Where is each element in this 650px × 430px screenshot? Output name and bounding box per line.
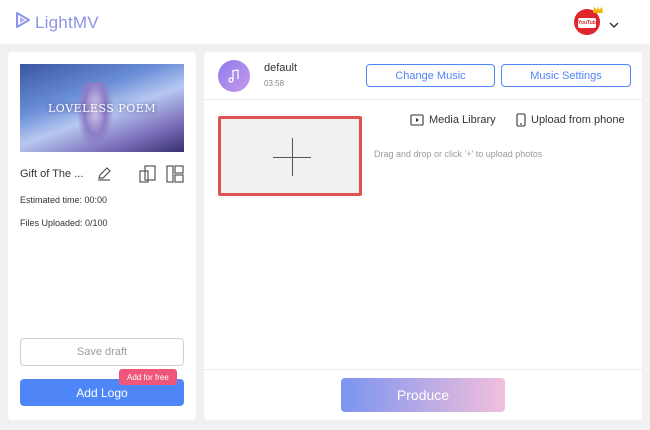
brand-logo[interactable]: LightMV: [14, 11, 99, 34]
edit-icon[interactable]: [96, 166, 112, 187]
change-music-button[interactable]: Change Music: [366, 64, 495, 87]
upload-hint: Drag and drop or click '+' to upload pho…: [374, 149, 543, 159]
estimated-time: Estimated time: 00:00: [20, 195, 108, 205]
crown-icon: [592, 2, 604, 20]
editor-panel: default 03:58 Change Music Music Setting…: [204, 52, 642, 420]
thumbnail-figure: [78, 82, 112, 150]
brand-name: LightMV: [35, 12, 99, 32]
chevron-down-icon[interactable]: [609, 16, 619, 34]
divider: [204, 99, 642, 100]
media-library-icon: [410, 114, 424, 126]
add-photo-tile[interactable]: [218, 116, 362, 196]
footer-divider: [204, 369, 642, 370]
plus-icon-vertical: [292, 138, 293, 176]
music-settings-button[interactable]: Music Settings: [501, 64, 631, 87]
music-name: default: [264, 62, 298, 74]
thumbnail-title: LOVELESS POEM: [47, 102, 157, 115]
music-duration: 03:58: [264, 79, 285, 88]
music-note-icon: [218, 60, 250, 92]
upload-from-phone-button[interactable]: Upload from phone: [516, 113, 625, 127]
layout-icon[interactable]: [166, 165, 184, 188]
upload-from-phone-label: Upload from phone: [531, 114, 625, 126]
media-library-label: Media Library: [429, 113, 496, 126]
project-thumbnail[interactable]: LOVELESS POEM: [20, 64, 184, 152]
project-name: Gift of The ...: [20, 168, 84, 180]
phone-icon: [516, 113, 526, 127]
produce-button[interactable]: Produce: [341, 378, 505, 412]
add-for-free-badge: Add for free: [119, 369, 177, 385]
files-uploaded: Files Uploaded: 0/100: [20, 218, 108, 228]
media-library-button[interactable]: Media Library: [410, 113, 496, 126]
aspect-ratio-icon[interactable]: [139, 165, 157, 188]
save-draft-button[interactable]: Save draft: [20, 338, 184, 366]
play-logo-icon: [14, 11, 32, 34]
project-panel: LOVELESS POEM Gift of The ... Estimated …: [8, 52, 196, 420]
app-header: LightMV YouTube: [0, 0, 650, 44]
